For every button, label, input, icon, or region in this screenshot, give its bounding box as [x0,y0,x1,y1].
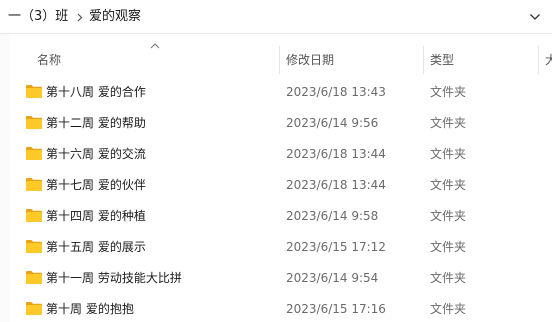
modified-date: 2023/6/14 9:54 [286,271,379,285]
column-header-date[interactable]: 修改日期 [286,44,334,76]
modified-date: 2023/6/15 17:12 [286,240,386,254]
file-type: 文件夹 [430,240,467,254]
folder-icon [25,177,43,192]
list-item[interactable]: 第十周 爱的抱抱 2023/6/15 17:16 文件夹 [18,294,552,322]
column-divider[interactable] [538,46,539,74]
column-header-size[interactable]: 大 [545,44,552,76]
list-item[interactable]: 第十四周 爱的种植 2023/6/14 9:58 文件夹 [18,201,552,232]
file-type: 文件夹 [430,85,467,99]
file-name: 第十六周 爱的交流 [46,147,146,161]
modified-date: 2023/6/14 9:58 [286,209,379,223]
modified-date: 2023/6/18 13:44 [286,178,386,192]
file-type: 文件夹 [430,209,467,223]
column-divider[interactable] [279,46,280,74]
file-name: 第十二周 爱的帮助 [46,116,146,130]
folder-icon [25,270,43,285]
list-item[interactable]: 第十八周 爱的合作 2023/6/18 13:43 文件夹 [18,77,552,108]
folder-icon [25,84,43,99]
modified-date: 2023/6/14 9:56 [286,116,379,130]
column-header-name[interactable]: 名称 [37,44,61,76]
list-item[interactable]: 第十五周 爱的展示 2023/6/15 17:12 文件夹 [18,232,552,263]
folder-icon [25,208,43,223]
modified-date: 2023/6/15 17:16 [286,302,386,316]
chevron-right-icon[interactable] [76,8,84,26]
list-item[interactable]: 第十二周 爱的帮助 2023/6/14 9:56 文件夹 [18,108,552,139]
folder-icon [25,239,43,254]
breadcrumb-item-current[interactable]: 爱的观察 [89,8,141,26]
file-type: 文件夹 [430,178,467,192]
list-item[interactable]: 第十七周 爱的伙伴 2023/6/18 13:44 文件夹 [18,170,552,201]
file-type: 文件夹 [430,271,467,285]
folder-icon [25,146,43,161]
breadcrumb-item-class[interactable]: 一（3）班 [8,8,68,26]
folder-icon [25,115,43,130]
list-item[interactable]: 第十一周 劳动技能大比拼 2023/6/14 9:54 文件夹 [18,263,552,294]
file-name: 第十周 爱的抱抱 [46,302,134,316]
file-name: 第十七周 爱的伙伴 [46,178,146,192]
sort-up-icon[interactable] [150,42,160,50]
address-bar[interactable]: 一（3）班 爱的观察 [0,0,552,34]
navigation-pane-edge [0,34,10,322]
folder-icon [25,301,43,316]
file-name: 第十四周 爱的种植 [46,209,146,223]
modified-date: 2023/6/18 13:44 [286,147,386,161]
column-divider[interactable] [423,46,424,74]
list-item[interactable]: 第十六周 爱的交流 2023/6/18 13:44 文件夹 [18,139,552,170]
file-name: 第十一周 劳动技能大比拼 [46,271,182,285]
column-header-type[interactable]: 类型 [430,44,454,76]
file-name: 第十八周 爱的合作 [46,85,146,99]
file-type: 文件夹 [430,147,467,161]
file-type: 文件夹 [430,302,467,316]
chevron-down-icon[interactable] [526,8,544,26]
modified-date: 2023/6/18 13:43 [286,85,386,99]
file-name: 第十五周 爱的展示 [46,240,146,254]
file-type: 文件夹 [430,116,467,130]
